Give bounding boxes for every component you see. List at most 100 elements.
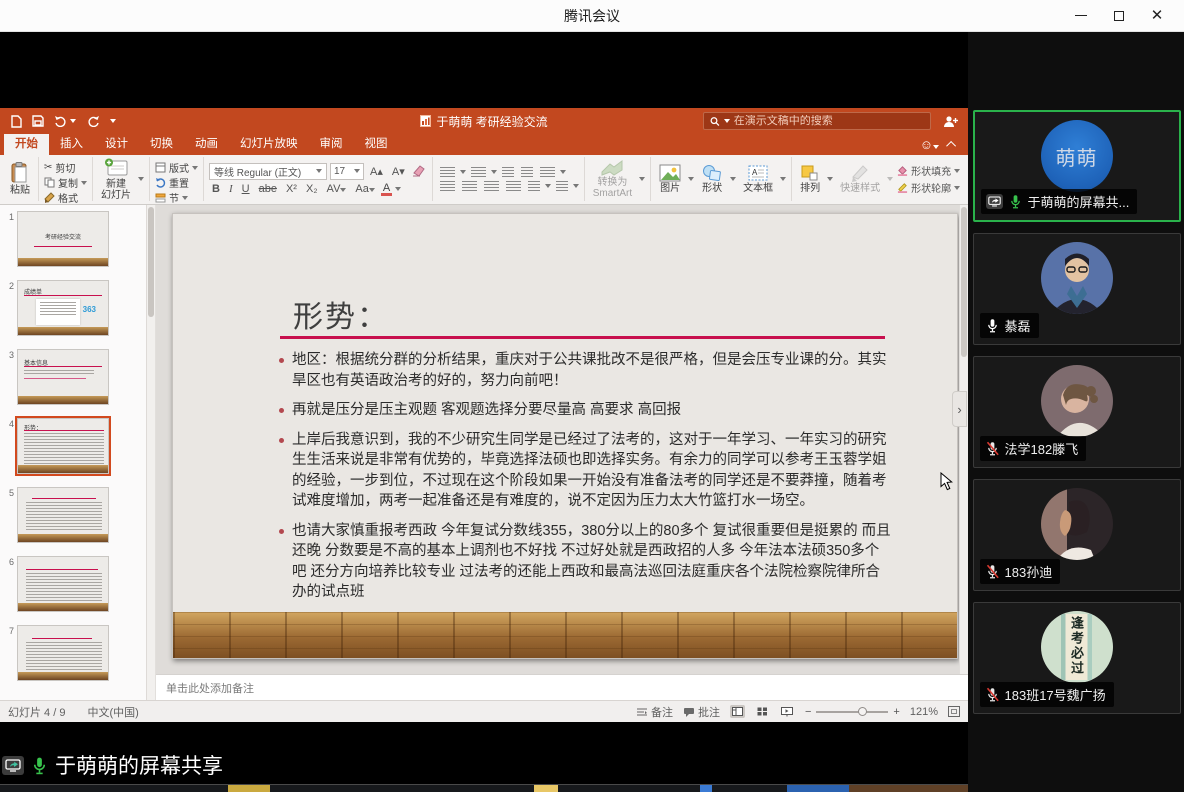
slide-sorter-view-button[interactable]: [755, 705, 770, 718]
participant-tile-yumengmeng[interactable]: 萌萌 于萌萌的屏幕共...: [973, 110, 1181, 222]
align-right-icon[interactable]: [484, 181, 499, 192]
tab-transitions[interactable]: 切换: [139, 132, 184, 155]
thumbnail-3[interactable]: 3 基本信息: [2, 349, 144, 405]
columns-icon[interactable]: [528, 181, 540, 192]
tab-slideshow[interactable]: 幻灯片放映: [229, 132, 309, 155]
bullets-icon[interactable]: [440, 167, 455, 178]
tab-design[interactable]: 设计: [94, 132, 139, 155]
thumbnail-6[interactable]: 6: [2, 556, 144, 612]
participant-tile-qilei[interactable]: 綦磊: [973, 233, 1181, 345]
normal-view-button[interactable]: [730, 705, 745, 718]
thumbnail-2[interactable]: 2 成绩单363: [2, 280, 144, 336]
quick-access-new-icon[interactable]: [10, 115, 22, 128]
next-slide-flap[interactable]: ›: [952, 391, 967, 427]
decrease-indent-icon[interactable]: [502, 167, 514, 178]
bold-button[interactable]: B: [209, 183, 223, 195]
powerpoint-window: 于萌萌 考研经验交流 开始 插入 设计: [0, 108, 968, 722]
superscript-button[interactable]: X²: [283, 183, 300, 195]
char-spacing-button[interactable]: AV: [324, 183, 350, 195]
change-case-button[interactable]: Aa: [352, 183, 377, 195]
reset-button[interactable]: 重置: [155, 175, 198, 190]
quick-styles-button[interactable]: 快速样式: [837, 164, 883, 194]
text-direction-icon[interactable]: [556, 181, 568, 192]
section-icon: [155, 192, 166, 203]
tab-view[interactable]: 视图: [354, 132, 399, 155]
slideshow-view-button[interactable]: [780, 705, 795, 718]
line-spacing-icon[interactable]: [540, 167, 555, 178]
close-icon: ✕: [1151, 8, 1164, 23]
picture-button[interactable]: 图片: [656, 164, 684, 194]
ppt-search-box[interactable]: [703, 112, 931, 130]
thumbnail-5[interactable]: 5: [2, 487, 144, 543]
italic-button[interactable]: I: [226, 183, 236, 195]
cut-button[interactable]: ✂剪切: [44, 160, 87, 175]
strikethrough-button[interactable]: abe: [256, 183, 280, 195]
thumbnail-4-selected[interactable]: 4 形势：: [2, 418, 144, 474]
thumb-number: 6: [2, 556, 14, 612]
search-input[interactable]: [734, 115, 924, 127]
shape-fill-button[interactable]: 形状填充: [897, 163, 960, 178]
subscript-button[interactable]: X₂: [303, 183, 321, 195]
shapes-button[interactable]: 形状: [698, 164, 726, 194]
justify-icon[interactable]: [506, 181, 521, 192]
format-painter-button[interactable]: 格式: [44, 190, 87, 205]
shrink-font-button[interactable]: A▾: [389, 165, 408, 178]
smiley-feedback-icon[interactable]: ☺: [920, 137, 939, 152]
language-label[interactable]: 中文(中国): [87, 704, 138, 720]
save-icon[interactable]: [32, 115, 44, 127]
zoom-slider[interactable]: −+: [805, 706, 900, 718]
quick-access-more-icon[interactable]: [110, 119, 116, 123]
clear-format-icon[interactable]: [411, 165, 427, 177]
shapes-icon: [701, 164, 723, 182]
shape-outline-button[interactable]: 形状轮廓: [897, 180, 960, 195]
font-color-caret-icon[interactable]: [395, 187, 401, 191]
smartart-button[interactable]: 转换为 SmartArt: [590, 160, 635, 199]
tab-home[interactable]: 开始: [4, 132, 49, 155]
copy-button[interactable]: 复制: [44, 175, 87, 190]
redo-icon[interactable]: [86, 115, 100, 127]
numbering-icon[interactable]: [471, 167, 486, 178]
slide-wood-floor-image: [173, 612, 957, 658]
participant-tile-sundi[interactable]: 183孙迪: [973, 479, 1181, 591]
align-center-icon[interactable]: [462, 181, 477, 192]
new-slide-caret-icon[interactable]: [138, 177, 144, 181]
tab-insert[interactable]: 插入: [49, 132, 94, 155]
textbox-button[interactable]: A 文本框: [740, 164, 776, 194]
close-button[interactable]: ✕: [1138, 0, 1176, 31]
comments-toggle-button[interactable]: 批注: [683, 704, 720, 720]
participant-tile-weiguangyang[interactable]: 逢考必过 183班17号魏广扬: [973, 602, 1181, 714]
new-slide-button[interactable]: 新建 幻灯片: [98, 158, 134, 201]
align-left-icon[interactable]: [440, 181, 455, 192]
thumbnail-1[interactable]: 1 考研经验交流: [2, 211, 144, 267]
tab-animations[interactable]: 动画: [184, 132, 229, 155]
grow-font-button[interactable]: A▴: [367, 165, 386, 178]
zoom-level[interactable]: 121%: [910, 706, 938, 718]
thumbnail-scrollbar[interactable]: [147, 205, 156, 700]
participant-tile-tengfei[interactable]: 法学182滕飞: [973, 356, 1181, 468]
font-size-select[interactable]: 17: [330, 163, 364, 180]
meeting-titlebar: 腾讯会议 ✕: [0, 0, 1184, 32]
participant-name: 183孙迪: [1005, 562, 1053, 581]
collapse-ribbon-icon[interactable]: [946, 141, 956, 151]
section-button[interactable]: 节: [155, 190, 198, 205]
minimize-button[interactable]: [1062, 0, 1100, 31]
maximize-button[interactable]: [1100, 0, 1138, 31]
editor-scrollbar[interactable]: [959, 205, 968, 674]
notes-toggle-button[interactable]: 备注: [636, 704, 673, 720]
slide-canvas[interactable]: 形势： 地区：根据统分群的分析结果，重庆对于公共课批改不是很严格，但是会压专业课…: [172, 213, 958, 659]
undo-icon[interactable]: [54, 115, 76, 127]
notes-pane[interactable]: 单击此处添加备注: [156, 674, 968, 700]
layout-button[interactable]: 版式: [155, 160, 198, 175]
thumbnail-7[interactable]: 7: [2, 625, 144, 681]
tab-review[interactable]: 审阅: [309, 132, 354, 155]
mic-muted-icon: [985, 441, 1000, 456]
font-name-select[interactable]: 等线 Regular (正文): [209, 163, 327, 180]
font-color-button[interactable]: A: [381, 183, 392, 196]
add-person-icon[interactable]: [943, 115, 958, 128]
underline-button[interactable]: U: [239, 183, 253, 195]
fit-slide-button[interactable]: [948, 706, 960, 717]
increase-indent-icon[interactable]: [521, 167, 533, 178]
arrange-button[interactable]: 排列: [797, 164, 823, 194]
zoom-slider-knob[interactable]: [858, 707, 867, 716]
paste-button[interactable]: 粘贴: [7, 162, 33, 196]
